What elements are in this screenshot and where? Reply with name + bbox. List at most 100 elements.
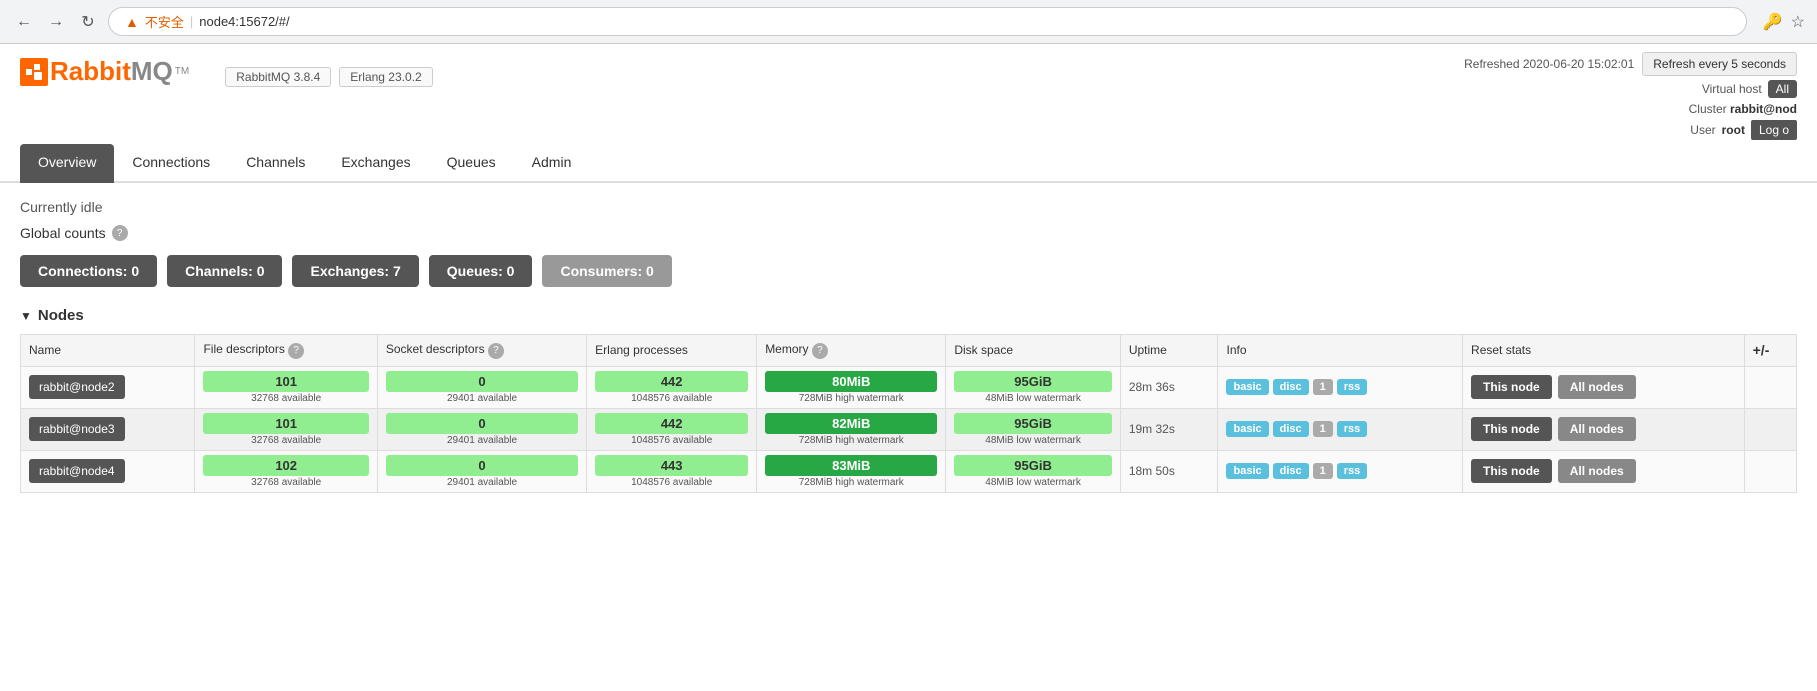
col-info: Info bbox=[1218, 335, 1463, 367]
col-socket-desc: Socket descriptors ? bbox=[377, 335, 586, 367]
node-name-cell-1: rabbit@node3 bbox=[21, 408, 195, 450]
main-content: Currently idle Global counts ? Connectio… bbox=[0, 183, 1817, 509]
memory-help-icon[interactable]: ? bbox=[812, 343, 828, 359]
badge-rss-1[interactable]: rss bbox=[1337, 421, 1368, 437]
col-memory: Memory ? bbox=[757, 335, 946, 367]
queues-count-btn[interactable]: Queues: 0 bbox=[429, 255, 533, 287]
info-cell-1: basic disc 1 rss bbox=[1218, 408, 1463, 450]
file-desc-help-icon[interactable]: ? bbox=[288, 343, 304, 359]
all-nodes-btn-2[interactable]: All nodes bbox=[1558, 459, 1636, 483]
plus-minus-cell-2 bbox=[1744, 450, 1796, 492]
nodes-title: Nodes bbox=[38, 307, 84, 324]
exchanges-count-btn[interactable]: Exchanges: 7 bbox=[292, 255, 418, 287]
file-desc-cell-2: 102 32768 available bbox=[195, 450, 377, 492]
reload-button[interactable]: ↻ bbox=[76, 10, 100, 34]
refreshed-timestamp: Refreshed 2020-06-20 15:02:01 bbox=[1464, 57, 1634, 71]
logo-tm-text: TM bbox=[175, 66, 189, 77]
insecure-label: 不安全 bbox=[145, 12, 184, 31]
reset-stats-cell-2: This node All nodes bbox=[1463, 450, 1745, 492]
disk-cell-0: 95GiB 48MiB low watermark bbox=[946, 366, 1120, 408]
forward-button[interactable]: → bbox=[44, 10, 68, 34]
badge-disc-1[interactable]: disc bbox=[1273, 421, 1309, 437]
memory-cell-1: 82MiB 728MiB high watermark bbox=[757, 408, 946, 450]
cluster-row: Cluster rabbit@nod bbox=[1689, 102, 1797, 116]
connections-count-btn[interactable]: Connections: 0 bbox=[20, 255, 157, 287]
address-bar[interactable]: ▲ 不安全 | node4:15672/#/ bbox=[108, 7, 1747, 36]
info-cell-2: basic disc 1 rss bbox=[1218, 450, 1463, 492]
table-row: rabbit@node3 101 32768 available 0 29401… bbox=[21, 408, 1797, 450]
col-plus-minus: +/- bbox=[1744, 335, 1796, 367]
nav-item-exchanges[interactable]: Exchanges bbox=[323, 144, 428, 183]
logo-area: Rabbit MQ TM bbox=[20, 56, 189, 87]
nav-item-connections[interactable]: Connections bbox=[114, 144, 228, 183]
vhost-row: Virtual host All bbox=[1702, 80, 1797, 98]
badge-rss-2[interactable]: rss bbox=[1337, 463, 1368, 479]
logo-icon bbox=[20, 58, 48, 86]
info-cell-0: basic disc 1 rss bbox=[1218, 366, 1463, 408]
file-desc-cell-0: 101 32768 available bbox=[195, 366, 377, 408]
all-nodes-btn-1[interactable]: All nodes bbox=[1558, 417, 1636, 441]
plus-minus-cell-0 bbox=[1744, 366, 1796, 408]
counts-row: Connections: 0 Channels: 0 Exchanges: 7 … bbox=[20, 255, 1797, 287]
socket-desc-cell-2: 0 29401 available bbox=[377, 450, 586, 492]
address-text: node4:15672/#/ bbox=[199, 14, 289, 29]
global-counts-row: Global counts ? bbox=[20, 225, 1797, 241]
star-icon-btn[interactable]: ☆ bbox=[1791, 12, 1805, 32]
badge-num-2[interactable]: 1 bbox=[1313, 463, 1333, 479]
user-name: root bbox=[1722, 123, 1745, 137]
erlang-proc-cell-0: 442 1048576 available bbox=[587, 366, 757, 408]
nodes-section-header: ▼ Nodes bbox=[20, 307, 1797, 324]
badge-num-0[interactable]: 1 bbox=[1313, 379, 1333, 395]
this-node-btn-2[interactable]: This node bbox=[1471, 459, 1552, 483]
consumers-count-btn[interactable]: Consumers: 0 bbox=[542, 255, 671, 287]
cluster-label: Cluster bbox=[1689, 102, 1727, 116]
disk-cell-1: 95GiB 48MiB low watermark bbox=[946, 408, 1120, 450]
socket-desc-help-icon[interactable]: ? bbox=[488, 343, 504, 359]
user-label: User bbox=[1690, 123, 1715, 137]
badge-num-1[interactable]: 1 bbox=[1313, 421, 1333, 437]
erlang-version-badge: Erlang 23.0.2 bbox=[339, 67, 432, 87]
header-controls: Refreshed 2020-06-20 15:02:01 Refresh ev… bbox=[1464, 52, 1797, 140]
this-node-btn-1[interactable]: This node bbox=[1471, 417, 1552, 441]
logo-rabbit-text: Rabbit bbox=[50, 56, 131, 87]
channels-count-btn[interactable]: Channels: 0 bbox=[167, 255, 282, 287]
badge-basic-0[interactable]: basic bbox=[1226, 379, 1268, 395]
memory-cell-2: 83MiB 728MiB high watermark bbox=[757, 450, 946, 492]
uptime-cell-1: 19m 32s bbox=[1120, 408, 1218, 450]
reset-stats-cell-1: This node All nodes bbox=[1463, 408, 1745, 450]
badge-disc-0[interactable]: disc bbox=[1273, 379, 1309, 395]
vhost-value: All bbox=[1768, 80, 1797, 98]
badge-disc-2[interactable]: disc bbox=[1273, 463, 1309, 479]
nav-bar: Overview Connections Channels Exchanges … bbox=[0, 144, 1817, 183]
nav-item-channels[interactable]: Channels bbox=[228, 144, 323, 183]
node-name-cell-0: rabbit@node2 bbox=[21, 366, 195, 408]
uptime-cell-2: 18m 50s bbox=[1120, 450, 1218, 492]
user-row: User root Log o bbox=[1690, 120, 1797, 140]
logout-button[interactable]: Log o bbox=[1751, 120, 1797, 140]
nodes-section: ▼ Nodes Name File descriptors ? Socket d… bbox=[20, 307, 1797, 493]
badge-basic-1[interactable]: basic bbox=[1226, 421, 1268, 437]
key-icon-btn[interactable]: 🔑 bbox=[1763, 12, 1783, 32]
table-row: rabbit@node4 102 32768 available 0 29401… bbox=[21, 450, 1797, 492]
cluster-name: rabbit@nod bbox=[1730, 102, 1797, 116]
nav-item-admin[interactable]: Admin bbox=[514, 144, 590, 183]
version-badges: RabbitMQ 3.8.4 Erlang 23.0.2 bbox=[225, 67, 432, 87]
this-node-btn-0[interactable]: This node bbox=[1471, 375, 1552, 399]
global-counts-help-icon[interactable]: ? bbox=[112, 225, 128, 241]
rabbitmq-version-badge: RabbitMQ 3.8.4 bbox=[225, 67, 331, 87]
col-erlang-proc: Erlang processes bbox=[587, 335, 757, 367]
reset-stats-cell-0: This node All nodes bbox=[1463, 366, 1745, 408]
file-desc-cell-1: 101 32768 available bbox=[195, 408, 377, 450]
badge-rss-0[interactable]: rss bbox=[1337, 379, 1368, 395]
app-header: Rabbit MQ TM RabbitMQ 3.8.4 Erlang 23.0.… bbox=[0, 44, 1817, 140]
col-reset-stats: Reset stats bbox=[1463, 335, 1745, 367]
refresh-button[interactable]: Refresh every 5 seconds bbox=[1642, 52, 1797, 76]
back-button[interactable]: ← bbox=[12, 10, 36, 34]
disk-cell-2: 95GiB 48MiB low watermark bbox=[946, 450, 1120, 492]
nodes-collapse-arrow[interactable]: ▼ bbox=[20, 309, 32, 323]
nav-item-queues[interactable]: Queues bbox=[429, 144, 514, 183]
nav-item-overview[interactable]: Overview bbox=[20, 144, 114, 183]
all-nodes-btn-0[interactable]: All nodes bbox=[1558, 375, 1636, 399]
badge-basic-2[interactable]: basic bbox=[1226, 463, 1268, 479]
socket-desc-cell-0: 0 29401 available bbox=[377, 366, 586, 408]
